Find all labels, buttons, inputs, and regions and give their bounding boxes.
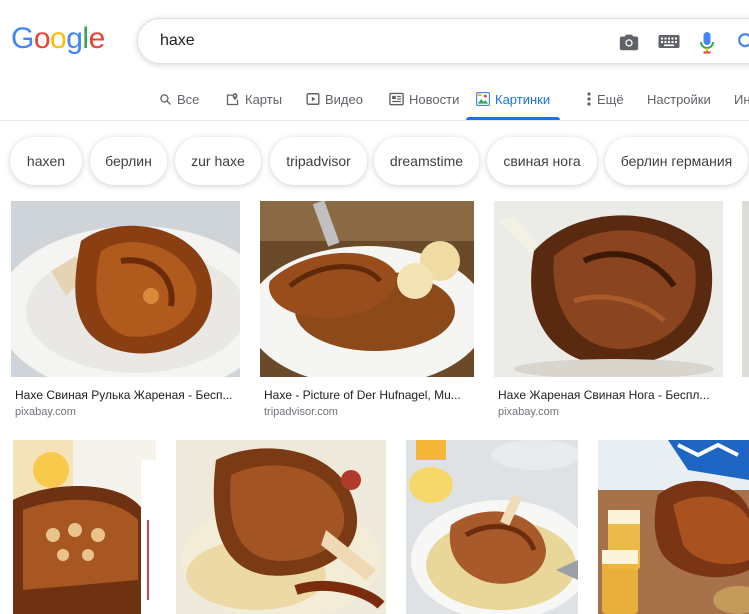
tab-all[interactable]: Все [159, 78, 199, 120]
related-chips: haxen берлин zur haxe tripadvisor dreams… [0, 137, 749, 185]
keyboard-icon[interactable] [658, 34, 680, 55]
image-result[interactable] [13, 440, 156, 614]
result-title[interactable]: Haxe Жареная Свиная Нога - Беспл... [498, 388, 723, 402]
search-icon [160, 93, 171, 105]
chip-haxen[interactable]: haxen [10, 137, 82, 185]
google-logo[interactable]: Google [11, 22, 105, 56]
search-icon[interactable] [736, 31, 749, 58]
tab-label: Настройки [647, 91, 711, 107]
result-source: pixabay.com [15, 406, 76, 418]
search-input[interactable]: haxe [160, 32, 195, 50]
chip-berlin[interactable]: берлин [90, 137, 167, 185]
tab-label: Видео [325, 91, 363, 107]
result-thumbnail[interactable] [13, 440, 156, 614]
image-result[interactable]: Haxe Жареная Свиная Нога - Беспл... pixa… [494, 201, 723, 426]
logo-letter: e [88, 22, 106, 55]
tab-label: Все [177, 91, 200, 107]
image-result[interactable]: Haxe Свиная Рулька Жареная - Бесп... pix… [11, 201, 240, 426]
divider [0, 120, 749, 121]
tab-tools[interactable]: Ин [734, 78, 749, 120]
tab-label: Ин [734, 91, 749, 107]
play-icon [306, 93, 320, 105]
result-thumbnail[interactable] [742, 201, 749, 377]
more-vert-icon [587, 92, 591, 106]
tab-label: Новости [409, 91, 460, 107]
logo-letter: o [33, 22, 51, 55]
image-result[interactable]: Haxe - Picture of Der Hufnagel, Mu... tr… [260, 201, 474, 426]
chip-tripadvisor[interactable]: tripadvisor [270, 137, 367, 185]
result-thumbnail[interactable] [598, 440, 749, 614]
microphone-icon[interactable] [699, 31, 715, 60]
news-icon [389, 92, 404, 106]
result-title[interactable]: Haxe Свиная Рулька Жареная - Бесп... [15, 388, 240, 402]
tab-more[interactable]: Ещё [586, 78, 624, 120]
tab-news[interactable]: Новости [389, 78, 459, 120]
result-source: tripadvisor.com [264, 406, 338, 418]
tab-label: Картинки [495, 91, 551, 107]
result-title[interactable]: Haxe - Picture of Der Hufnagel, Mu... [264, 388, 474, 402]
logo-letter: G [11, 22, 34, 55]
tab-label: Ещё [597, 91, 624, 107]
tab-images[interactable]: Картинки [466, 78, 561, 120]
chip-dreamstime[interactable]: dreamstime [374, 137, 479, 185]
result-thumbnail[interactable] [406, 440, 578, 614]
image-result-partial[interactable] [742, 201, 749, 377]
image-result[interactable] [176, 440, 386, 614]
tab-settings[interactable]: Настройки [647, 78, 711, 120]
logo-letter: g [66, 22, 83, 55]
result-thumbnail[interactable] [176, 440, 386, 614]
tab-maps[interactable]: Карты [225, 78, 282, 120]
tab-video[interactable]: Видео [306, 78, 363, 120]
chip-svinaya-noga[interactable]: свиная нога [487, 137, 597, 185]
result-thumbnail[interactable] [11, 201, 240, 377]
result-source: pixabay.com [498, 406, 559, 418]
camera-icon[interactable] [618, 31, 640, 58]
chip-zur-haxe[interactable]: zur haxe [175, 137, 261, 185]
map-pin-icon [226, 92, 239, 105]
result-thumbnail[interactable] [260, 201, 474, 377]
result-thumbnail[interactable] [494, 201, 723, 377]
search-tabs: Все Карты Видео Новости Картинки Ещё Нас… [0, 78, 749, 120]
chip-berlin-germaniya[interactable]: берлин германия [605, 137, 748, 185]
image-icon [476, 92, 490, 106]
tab-label: Карты [245, 91, 283, 107]
search-box[interactable]: haxe [137, 18, 749, 64]
logo-letter: o [50, 22, 67, 55]
image-result[interactable] [598, 440, 749, 614]
image-result[interactable] [406, 440, 578, 614]
